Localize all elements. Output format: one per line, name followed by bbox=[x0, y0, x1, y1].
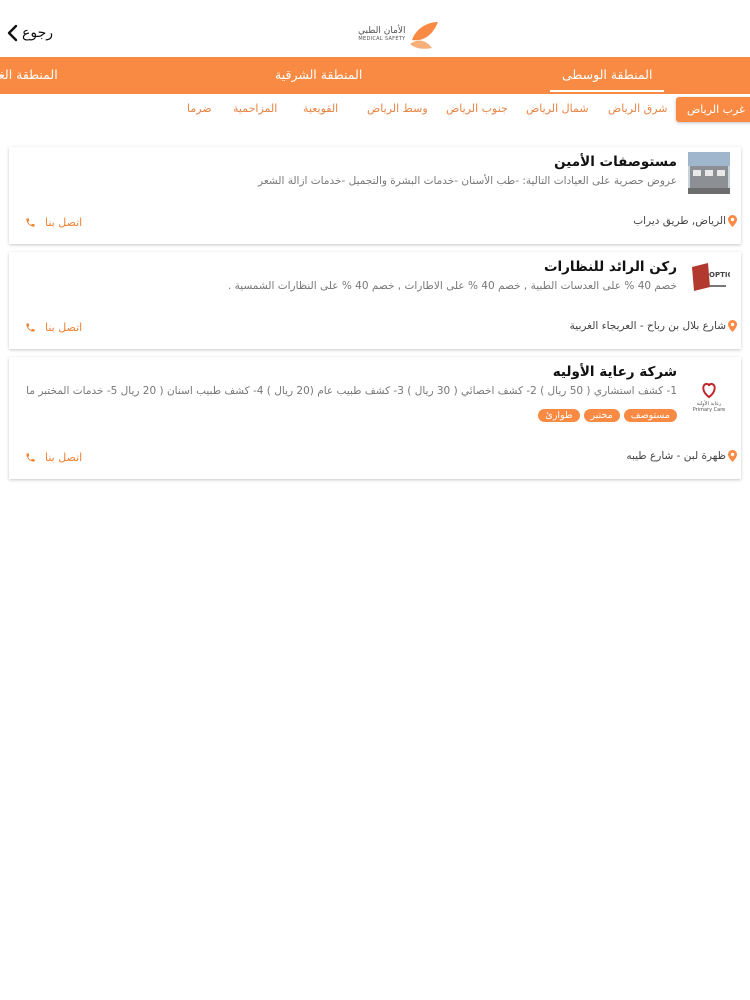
primary-care-logo-ar: رعاية الأولية bbox=[697, 400, 723, 407]
back-label: رجوع bbox=[22, 25, 54, 41]
provider-card[interactable]: OPTICAL ركن الرائد للنظارات خصم 40 % على… bbox=[9, 252, 741, 349]
city-filter-bar: غرب الرياض شرق الرياض شمال الرياض جنوب ا… bbox=[0, 97, 750, 125]
chip-south-riyadh[interactable]: جنوب الرياض bbox=[446, 102, 508, 115]
primary-care-logo-en: Primary Care bbox=[693, 407, 726, 413]
chip-dirma[interactable]: ضرما bbox=[187, 102, 212, 115]
tag-dispensary: مستوصف bbox=[623, 409, 677, 422]
call-us-button[interactable]: اتصل بنا bbox=[25, 321, 82, 334]
leaf-logo-icon bbox=[409, 22, 438, 49]
chip-muzahmiyah[interactable]: المزاحمية bbox=[233, 102, 277, 115]
chip-north-riyadh[interactable]: شمال الرياض bbox=[526, 102, 589, 115]
card-location: شارع بلال بن رباح - العريجاء الغربية bbox=[570, 320, 737, 332]
card-title: شركة رعاية الأوليه bbox=[552, 364, 677, 380]
app-header: رجوع الأمان الطبي MEDICAL SAFETY bbox=[0, 0, 750, 57]
location-text: ظهرة لبن - شارع طيبه bbox=[626, 450, 726, 462]
card-description: عروض حصرية على العيادات التالية: -طب الأ… bbox=[258, 175, 677, 187]
provider-card[interactable]: رعاية الأولية Primary Care شركة رعاية ال… bbox=[9, 357, 741, 479]
chip-quwayiyah[interactable]: القويعية bbox=[303, 102, 338, 115]
card-location: الرياض, طريق ديراب bbox=[633, 215, 737, 227]
call-us-button[interactable]: اتصل بنا bbox=[25, 451, 82, 464]
optical-logo-text: OPTICAL bbox=[709, 271, 730, 279]
location-pin-icon bbox=[728, 320, 737, 332]
optical-logo-icon: OPTICAL bbox=[688, 257, 730, 299]
card-title: ركن الرائد للنظارات bbox=[543, 259, 677, 275]
location-pin-icon bbox=[728, 215, 737, 227]
location-text: شارع بلال بن رباح - العريجاء الغربية bbox=[569, 320, 726, 332]
call-us-label: اتصل بنا bbox=[45, 451, 83, 464]
provider-card[interactable]: مستوصفات الأمين عروض حصرية على العيادات … bbox=[9, 147, 741, 244]
tab-central-region[interactable]: المنطقة الوسطى bbox=[550, 67, 665, 92]
tab-western-region[interactable]: المنطقة الغربية bbox=[0, 67, 58, 82]
tab-eastern-region[interactable]: المنطقة الشرقية bbox=[275, 67, 362, 82]
building-photo-icon bbox=[688, 152, 730, 194]
location-pin-icon bbox=[728, 450, 737, 462]
card-tags: مستوصف مختبر طوارئ bbox=[538, 409, 677, 422]
call-us-label: اتصل بنا bbox=[45, 216, 83, 229]
card-description: 1- كشف استشاري ( 50 ريال ) 2- كشف اخصائي… bbox=[22, 385, 677, 397]
location-text: الرياض, طريق ديراب bbox=[633, 215, 726, 227]
tag-lab: مختبر bbox=[583, 409, 620, 422]
chip-west-riyadh[interactable]: غرب الرياض bbox=[676, 97, 750, 122]
chip-east-riyadh[interactable]: شرق الرياض bbox=[608, 102, 668, 115]
chip-central-riyadh[interactable]: وسط الرياض bbox=[367, 102, 428, 115]
phone-icon bbox=[26, 323, 35, 332]
phone-icon bbox=[26, 453, 35, 462]
heart-logo-icon: رعاية الأولية Primary Care bbox=[688, 375, 730, 417]
card-description: خصم 40 % على العدسات الطبية , خصم 40 % ع… bbox=[227, 280, 677, 292]
card-title: مستوصفات الأمين bbox=[554, 154, 677, 170]
app-logo: الأمان الطبي MEDICAL SAFETY bbox=[358, 18, 440, 50]
call-us-button[interactable]: اتصل بنا bbox=[25, 216, 82, 229]
region-tabs: المنطقة الوسطى المنطقة الشرقية المنطقة ا… bbox=[0, 57, 750, 94]
chevron-left-icon bbox=[7, 24, 18, 42]
card-location: ظهرة لبن - شارع طيبه bbox=[626, 450, 737, 462]
phone-icon bbox=[26, 218, 35, 227]
logo-text-ar: الأمان الطبي bbox=[358, 25, 406, 36]
tag-emergency: طوارئ bbox=[538, 409, 580, 422]
logo-text-en: MEDICAL SAFETY bbox=[358, 35, 406, 42]
call-us-label: اتصل بنا bbox=[45, 321, 83, 334]
back-button[interactable]: رجوع bbox=[6, 24, 53, 42]
